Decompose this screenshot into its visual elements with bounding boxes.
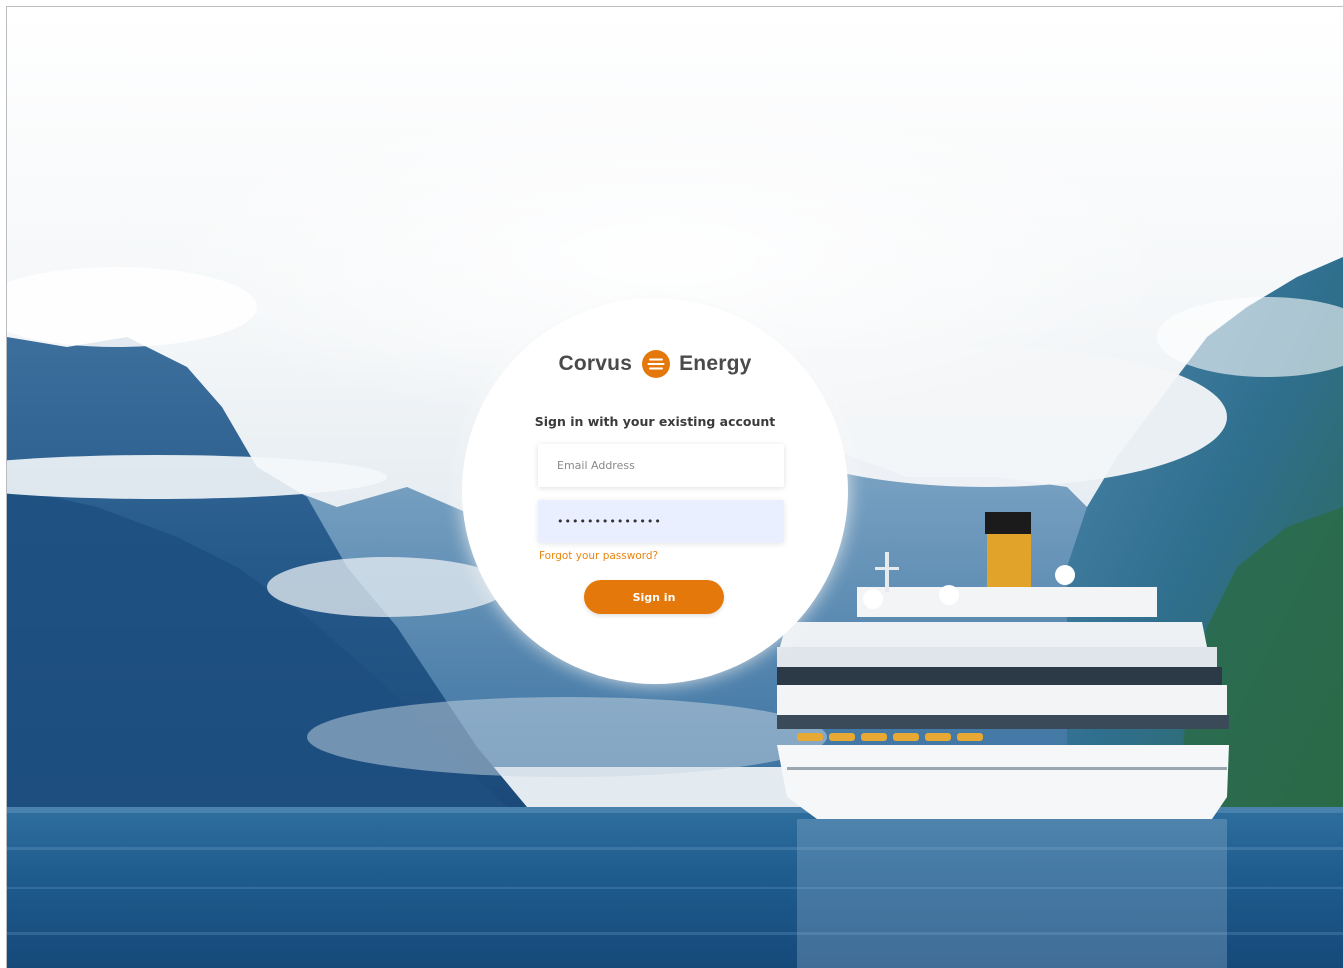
sign-in-button[interactable]: Sign in <box>584 580 724 614</box>
signin-heading: Sign in with your existing account <box>534 414 776 429</box>
password-field[interactable] <box>538 500 784 543</box>
email-field[interactable] <box>538 444 784 487</box>
logo-word-right: Energy <box>679 352 752 375</box>
login-page: Corvus Energy Sign in with your existing… <box>0 0 1343 968</box>
corvus-energy-logo-icon <box>642 350 671 378</box>
corvus-energy-logo: Corvus Energy <box>462 350 848 378</box>
forgot-password-link[interactable]: Forgot your password? <box>539 550 658 562</box>
login-card: Corvus Energy Sign in with your existing… <box>462 298 848 684</box>
logo-word-left: Corvus <box>558 352 633 375</box>
